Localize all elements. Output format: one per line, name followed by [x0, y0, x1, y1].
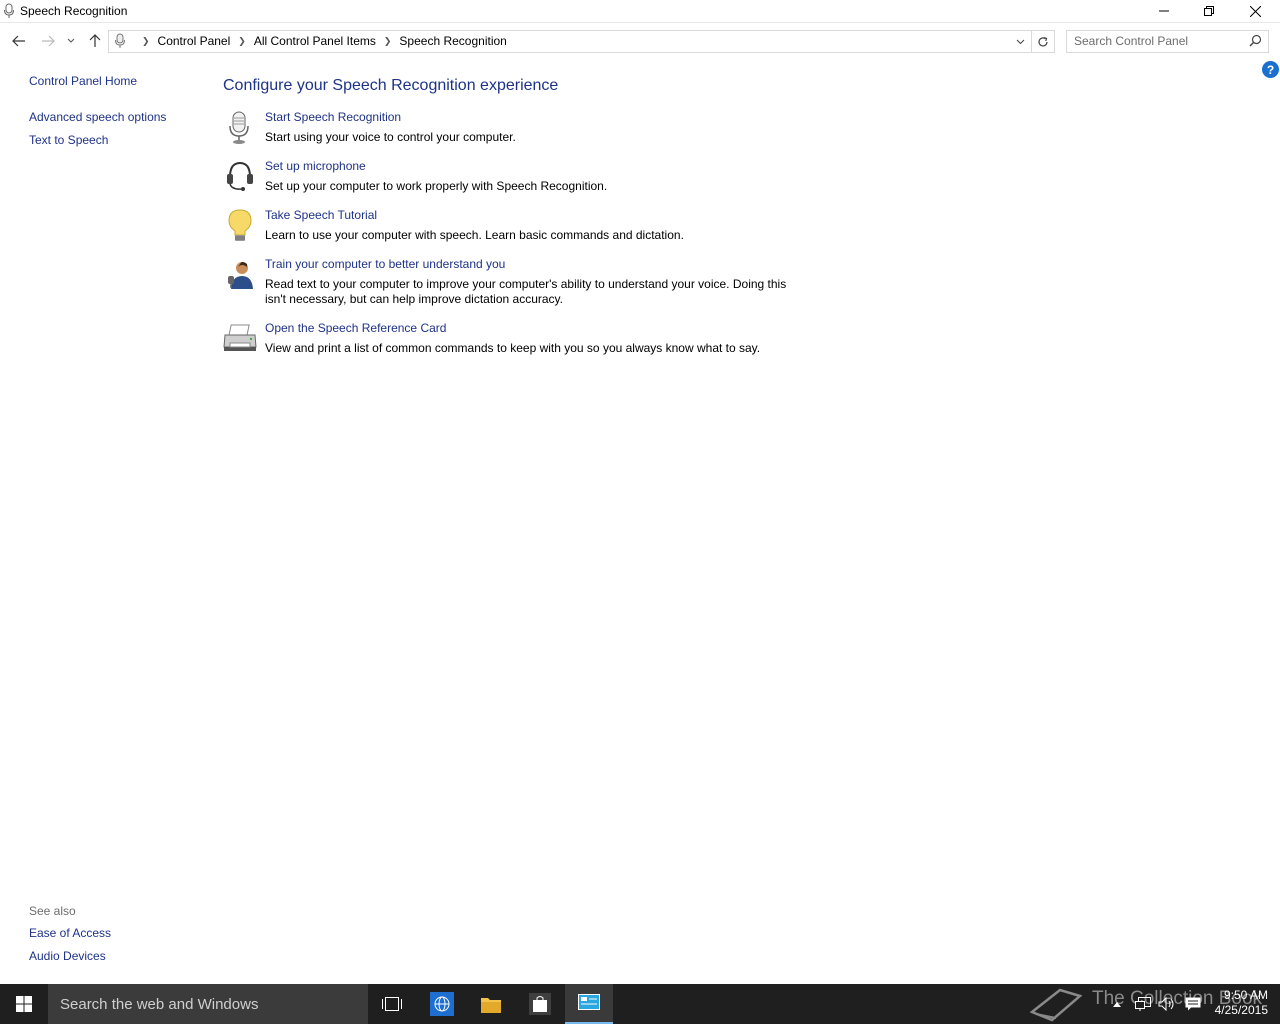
- sidebar-item-advanced-speech-options[interactable]: Advanced speech options: [29, 110, 166, 124]
- task-view-icon: [382, 997, 402, 1011]
- notification-icon: [1185, 997, 1201, 1011]
- start-speech-recognition-link[interactable]: Start Speech Recognition: [265, 110, 401, 124]
- sidebar-item-control-panel-home[interactable]: Control Panel Home: [29, 74, 137, 88]
- back-button[interactable]: [8, 31, 30, 51]
- search-input[interactable]: [1067, 31, 1244, 50]
- show-hidden-icons-button[interactable]: [1108, 984, 1126, 1024]
- minimize-button[interactable]: [1141, 0, 1187, 22]
- task-description: Learn to use your computer with speech. …: [265, 228, 684, 242]
- windows-logo-icon: [16, 996, 32, 1012]
- taskbar-search-box[interactable]: Search the web and Windows: [48, 984, 368, 1024]
- volume-button[interactable]: [1156, 984, 1178, 1024]
- speaker-icon: [1158, 997, 1174, 1011]
- up-button[interactable]: [84, 31, 106, 51]
- window-title: Speech Recognition: [20, 4, 128, 18]
- breadcrumb: ❯ Control Panel ❯ All Control Panel Item…: [134, 34, 507, 48]
- navigation-bar: ❯ Control Panel ❯ All Control Panel Item…: [0, 28, 1280, 54]
- refresh-button[interactable]: [1031, 31, 1054, 52]
- see-also-ease-of-access[interactable]: Ease of Access: [29, 926, 111, 940]
- task-description: Start using your voice to control your c…: [265, 130, 516, 144]
- taskbar-clock[interactable]: 9:50 AM 4/25/2015: [1215, 988, 1268, 1018]
- folder-icon: [481, 998, 501, 1013]
- breadcrumb-separator-icon[interactable]: ❯: [142, 36, 150, 47]
- chevron-down-icon: [67, 38, 75, 43]
- user-train-icon: [228, 262, 253, 289]
- chevron-up-icon: [1113, 1001, 1121, 1007]
- search-icon[interactable]: [1249, 34, 1262, 47]
- restore-button[interactable]: [1186, 0, 1232, 22]
- breadcrumb-separator-icon[interactable]: ❯: [384, 36, 392, 47]
- task-view-button[interactable]: [368, 984, 416, 1024]
- clock-time: 9:50 AM: [1223, 988, 1268, 1002]
- taskbar-store-button[interactable]: [516, 984, 564, 1024]
- control-panel-icon: [578, 994, 600, 1010]
- taskbar: Search the web and Windows The Collectio…: [0, 984, 1280, 1024]
- address-bar[interactable]: ❯ Control Panel ❯ All Control Panel Item…: [108, 30, 1055, 53]
- task-description: View and print a list of common commands…: [265, 341, 761, 355]
- page-title: Configure your Speech Recognition experi…: [223, 77, 559, 94]
- restore-icon: [1204, 6, 1214, 16]
- book-logo-icon: [1030, 988, 1082, 1022]
- recent-locations-button[interactable]: [61, 31, 81, 51]
- search-box[interactable]: [1066, 30, 1269, 53]
- up-arrow-icon: [89, 34, 101, 47]
- clock-date: 4/25/2015: [1214, 1003, 1268, 1017]
- see-also-audio-devices[interactable]: Audio Devices: [29, 949, 106, 963]
- address-history-button[interactable]: [1010, 31, 1030, 52]
- close-icon: [1249, 5, 1261, 17]
- breadcrumb-all-control-panel-items[interactable]: All Control Panel Items: [254, 34, 376, 48]
- title-bar: Speech Recognition: [0, 0, 1280, 23]
- breadcrumb-speech-recognition[interactable]: Speech Recognition: [399, 34, 506, 48]
- back-arrow-icon: [12, 35, 25, 47]
- take-speech-tutorial-link[interactable]: Take Speech Tutorial: [265, 208, 377, 222]
- set-up-microphone-link[interactable]: Set up microphone: [265, 159, 366, 173]
- taskbar-control-panel-button[interactable]: [565, 984, 613, 1024]
- help-icon[interactable]: ?: [1262, 61, 1279, 78]
- taskbar-browser-button[interactable]: [418, 984, 466, 1024]
- chevron-down-icon: [1016, 39, 1024, 44]
- close-button[interactable]: [1232, 0, 1278, 22]
- network-button[interactable]: [1132, 984, 1154, 1024]
- see-also-heading: See also: [29, 904, 76, 918]
- store-bag-icon: [529, 993, 551, 1015]
- action-center-button[interactable]: [1182, 984, 1204, 1024]
- refresh-icon: [1038, 36, 1048, 46]
- printer-icon: [223, 324, 257, 351]
- microphone-icon: [4, 3, 14, 18]
- breadcrumb-control-panel[interactable]: Control Panel: [158, 34, 231, 48]
- taskbar-search-placeholder: Search the web and Windows: [60, 996, 259, 1013]
- forward-button[interactable]: [37, 31, 59, 51]
- breadcrumb-separator-icon[interactable]: ❯: [238, 36, 246, 47]
- train-computer-link[interactable]: Train your computer to better understand…: [265, 257, 505, 271]
- task-description: Set up your computer to work properly wi…: [265, 179, 608, 193]
- microphone-icon: [229, 111, 249, 144]
- headset-icon: [227, 161, 253, 191]
- microphone-icon: [115, 33, 125, 48]
- browser-globe-icon: [430, 992, 454, 1016]
- taskbar-file-explorer-button[interactable]: [467, 984, 515, 1024]
- start-button[interactable]: [0, 984, 48, 1024]
- task-description: Read text to your computer to improve yo…: [265, 277, 787, 306]
- lightbulb-icon: [228, 209, 252, 241]
- sidebar-item-text-to-speech[interactable]: Text to Speech: [29, 133, 108, 147]
- minimize-icon: [1159, 10, 1169, 12]
- forward-arrow-icon: [42, 35, 55, 47]
- speech-reference-card-link[interactable]: Open the Speech Reference Card: [265, 321, 446, 335]
- network-icon: [1135, 997, 1151, 1011]
